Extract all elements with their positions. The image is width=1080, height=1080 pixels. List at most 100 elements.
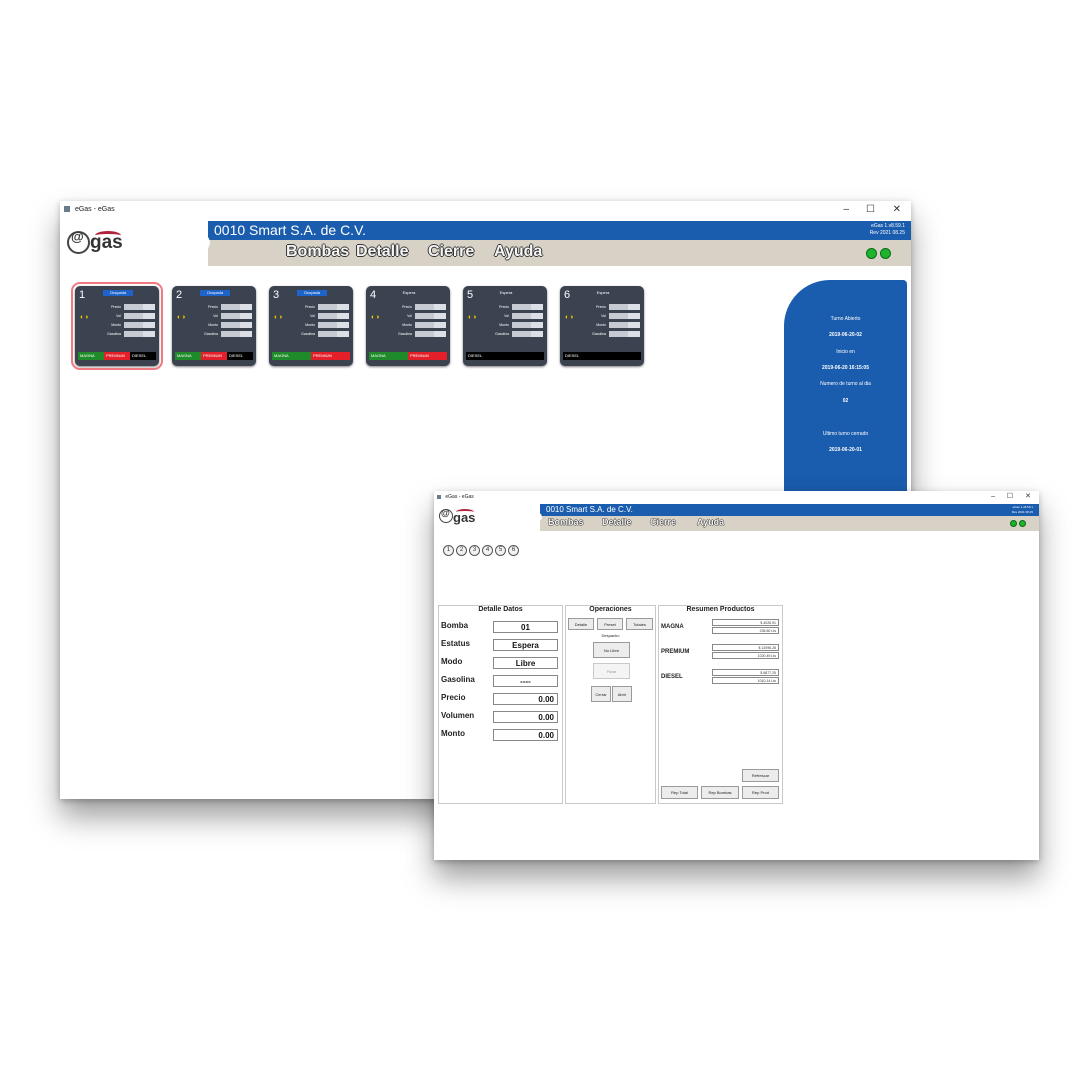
field-value [221,322,252,328]
pump-selector-5[interactable]: 5 [495,545,506,556]
abrir-button[interactable]: Abrir [612,686,632,702]
modo-label: Modo [441,657,463,666]
magna-volume: 235.60 Lts [712,627,779,634]
version-line: eGas 1.v8.59.1 [871,223,905,229]
magna-amount: $ 4026.91 [712,619,779,626]
pump-selector-2[interactable]: 2 [456,545,467,556]
last-closed-label: Ultimo turno cerrado [822,431,869,437]
field-value [609,331,640,337]
pump-status: Ocupada [103,290,133,296]
revision-line: Rev 2021 08.25 [1011,510,1033,514]
close-button[interactable]: ✕ [1025,491,1031,503]
field-label: Gasolina [592,332,606,336]
field-label: Vol [504,314,509,318]
menu-detalle[interactable]: Detalle [602,517,632,527]
field-row: Gasolina [481,331,543,338]
detalle-tab-button[interactable]: Detalle [568,618,594,630]
rep-prod-button[interactable]: Rep Prod [742,786,779,799]
field-value [221,331,252,337]
monto-label: Monto [441,729,465,738]
menu-bar: Bombas Detalle Cierre Ayuda [540,516,1039,531]
shift-info-panel: Turno Abierto 2019-06-20-02 Inicio en 20… [784,280,907,495]
maximize-button[interactable]: ☐ [1007,491,1013,503]
field-value [318,331,349,337]
minimize-button[interactable]: – [843,201,849,219]
close-button[interactable]: ✕ [893,201,901,219]
company-bar: 0010 Smart S.A. de C.V. eGas 1.v8.59.1 R… [540,504,1039,516]
menu-detalle[interactable]: Detalle [356,243,408,261]
field-value [318,322,349,328]
status-indicator-2 [880,248,891,259]
logo-text: gas [453,510,476,525]
field-label: Vol [407,314,412,318]
field-row: Precio [578,304,640,311]
field-value [221,304,252,310]
app-header: 0010 Smart S.A. de C.V. eGas 1.v8.59.1 R… [434,503,1039,531]
product-premium: PREMIUM [104,352,130,360]
app-icon [64,206,70,213]
pump-selector-4[interactable]: 4 [482,545,493,556]
panel-title: Detalle Datos [478,606,523,613]
minimize-button[interactable]: – [991,491,995,503]
company-name: 0010 Smart S.A. de C.V. [214,222,367,238]
field-label: Monto [305,323,315,327]
diesel-volume: 1010.14 Lts [712,677,779,684]
pump-card-6[interactable]: 6 Espera ◐◑ Precio Vol Monto Gasolina DI… [560,286,644,366]
field-row: Precio [384,304,446,311]
pump-selector-1[interactable]: 1 [443,545,454,556]
pump-card-3[interactable]: 3 Ocupada ◐◑ Precio Vol Monto Gasolina M… [269,286,353,366]
estatus-value: Espera [493,639,558,651]
pump-card-4[interactable]: 4 Espera ◐◑ Precio Vol Monto Gasolina MA… [366,286,450,366]
shift-start-value: 2019-06-20 16:15:05 [822,365,869,371]
menu-cierre[interactable]: Cierre [650,517,676,527]
totales-tab-button[interactable]: Totales [626,618,653,630]
field-label: Vol [601,314,606,318]
field-label: Vol [213,314,218,318]
menu-bombas[interactable]: Bombas [548,517,584,527]
gasolina-label: Gasolina [441,675,475,684]
field-value [512,322,543,328]
menu-ayuda[interactable]: Ayuda [494,243,542,261]
field-row: Vol [578,313,640,320]
maximize-button[interactable]: ☐ [866,201,875,219]
estatus-label: Estatus [441,639,470,648]
pump-card-1[interactable]: 1 Ocupada ◐◑ Precio Vol Monto Gasolina M… [71,282,163,370]
field-value [512,304,543,310]
field-label: Gasolina [107,332,121,336]
menu-ayuda[interactable]: Ayuda [697,517,724,527]
refrescar-button[interactable]: Refrescar [742,769,779,782]
pump-card-5[interactable]: 5 Espera ◐◑ Precio Vol Monto Gasolina DI… [463,286,547,366]
nozzle-icon: ◐◑ [80,314,89,321]
pump-card-2[interactable]: 2 Ocupada ◐◑ Precio Vol Monto Gasolina M… [172,286,256,366]
field-value [415,304,446,310]
field-label: Monto [402,323,412,327]
product-magna: MAGNA [78,352,104,360]
field-value [609,313,640,319]
pump-selector-3[interactable]: 3 [469,545,480,556]
field-row: Gasolina [93,331,155,338]
no-libre-button[interactable]: No Libre [593,642,630,658]
field-row: Precio [287,304,349,311]
cerrar-button[interactable]: Cerrar [591,686,611,702]
field-label: Gasolina [204,332,218,336]
shift-number-label: Numero de turno al dia [820,381,871,387]
precio-label: Precio [441,693,466,702]
field-row: Monto [93,322,155,329]
field-value [221,313,252,319]
preset-tab-button[interactable]: Preset [597,618,623,630]
field-value [609,304,640,310]
menu-cierre[interactable]: Cierre [428,243,474,261]
field-row: Monto [384,322,446,329]
field-value [512,313,543,319]
rep-total-button[interactable]: Rep Total [661,786,698,799]
menu-bombas[interactable]: Bombas [286,243,349,261]
pump-selector-6[interactable]: 6 [508,545,519,556]
pump-number: 6 [564,289,571,301]
rep-bombas-button[interactable]: Rep Bombas [701,786,739,799]
despacho-label: Despacho [601,633,620,638]
parar-button[interactable]: Parar [593,663,630,679]
premium-volume: 1020.49 Lts [712,652,779,659]
field-value [318,313,349,319]
nozzle-icon: ◐◑ [565,314,574,321]
field-row: Vol [481,313,543,320]
